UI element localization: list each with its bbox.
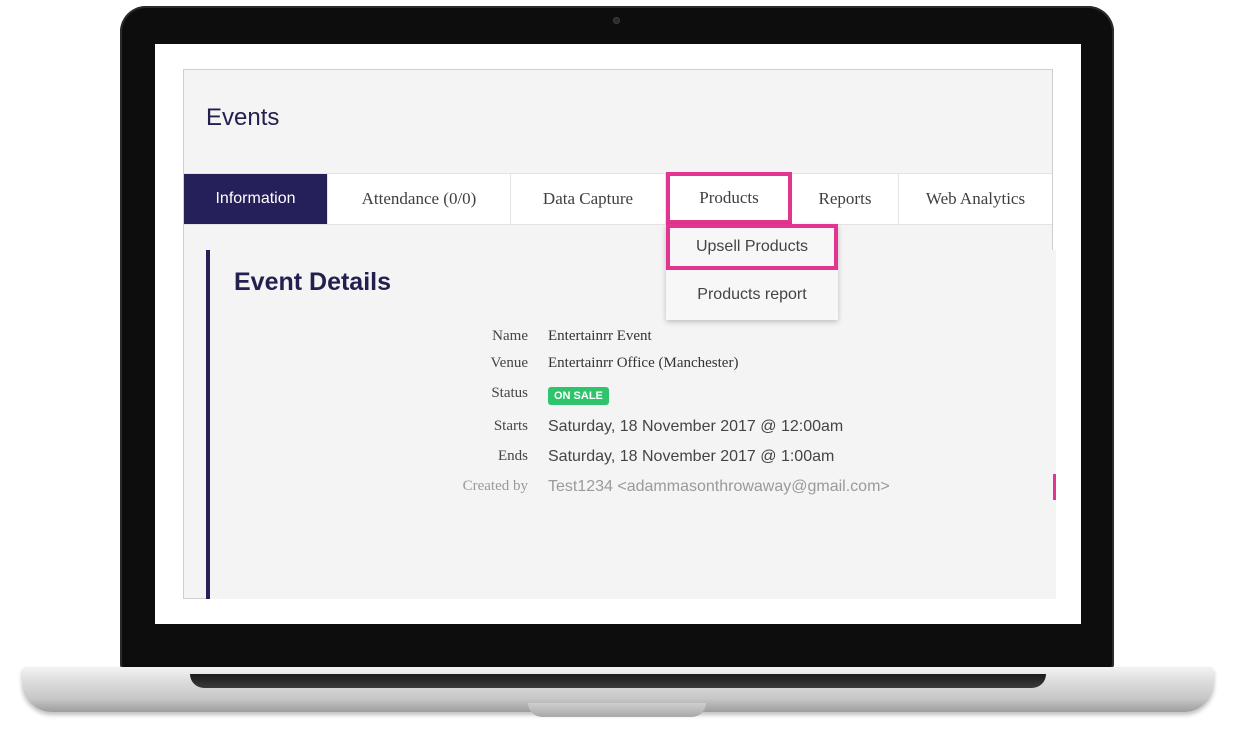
menu-item-products-report[interactable]: Products report (666, 272, 838, 318)
event-starts: Saturday, 18 November 2017 @ 12:00am (548, 418, 844, 435)
edge-marker (1053, 474, 1056, 500)
tab-products[interactable]: Products (666, 172, 792, 224)
products-dropdown-menu: Upsell Products Products report (666, 224, 838, 320)
laptop-screen: Events Information Attendance (0/0) Data… (155, 44, 1081, 624)
name-label: Name (492, 328, 528, 344)
tab-data-capture[interactable]: Data Capture (511, 174, 666, 224)
status-value: ON SALE (548, 387, 609, 405)
laptop-keyboard-edge (190, 674, 1046, 688)
created-by-value: Test1234 <adammasonthrowaway@gmail.com> (548, 478, 890, 495)
tab-attendance[interactable]: Attendance (0/0) (328, 174, 511, 224)
tab-bar: Information Attendance (0/0) Data Captur… (184, 172, 1052, 225)
events-app: Events Information Attendance (0/0) Data… (183, 69, 1056, 599)
tab-information[interactable]: Information (184, 174, 328, 224)
camera-icon (613, 17, 620, 24)
menu-item-upsell-products[interactable]: Upsell Products (666, 224, 838, 270)
tab-web-analytics[interactable]: Web Analytics (899, 174, 1052, 224)
event-details-card: Event Details Name Entertainrr Event Ven… (206, 250, 1056, 599)
event-name: Entertainrr Event (548, 328, 652, 344)
event-details-title: Event Details (234, 268, 392, 296)
ends-label: Ends (498, 448, 528, 464)
created-by-label: Created by (462, 478, 528, 494)
tab-reports[interactable]: Reports (792, 174, 899, 224)
laptop-opening-notch (528, 703, 706, 717)
event-ends: Saturday, 18 November 2017 @ 1:00am (548, 448, 835, 465)
event-venue: Entertainrr Office (Manchester) (548, 355, 739, 371)
starts-label: Starts (493, 418, 528, 434)
status-badge: ON SALE (548, 387, 609, 405)
status-label: Status (491, 385, 528, 401)
page-title: Events (206, 104, 280, 131)
venue-label: Venue (490, 355, 529, 371)
page-header: Events (184, 70, 1052, 172)
